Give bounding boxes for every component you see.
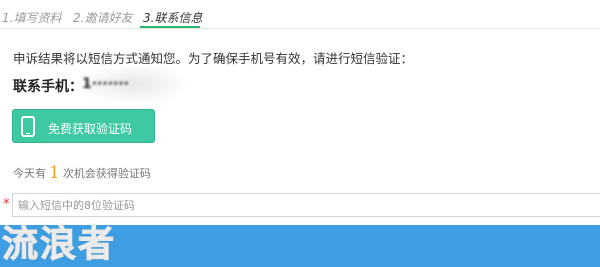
get-sms-code-button[interactable]: 免费获取验证码 xyxy=(12,109,155,143)
attempts-prefix: 今天有 xyxy=(13,167,46,180)
get-sms-code-label: 免费获取验证码 xyxy=(48,122,133,136)
step-fill-info[interactable]: 1.填写资料 xyxy=(2,9,61,26)
attempts-remaining-text: 今天有 1 次机会获得验证码 xyxy=(13,162,151,183)
phone-number-value: 1······· xyxy=(82,76,129,92)
active-step-indicator xyxy=(140,26,200,28)
step-tabs: 1.填写资料 2.邀请好友 3.联系信息 xyxy=(0,0,600,29)
mobile-phone-icon xyxy=(21,116,35,137)
phone-label: 联系手机： xyxy=(13,79,83,95)
required-marker: * xyxy=(3,197,10,212)
attempts-suffix: 次机会获得验证码 xyxy=(62,167,151,180)
step-invite-friends[interactable]: 2.邀请好友 xyxy=(73,9,132,26)
step-contact-info[interactable]: 3.联系信息 xyxy=(143,9,202,26)
attempts-count: 1 xyxy=(49,163,60,183)
sms-code-input[interactable] xyxy=(12,193,600,217)
watermark-logo: 流浪者 xyxy=(1,224,117,266)
sms-notice-text: 申诉结果将以短信方式通知您。为了确保手机号有效，请进行短信验证： xyxy=(13,51,414,66)
